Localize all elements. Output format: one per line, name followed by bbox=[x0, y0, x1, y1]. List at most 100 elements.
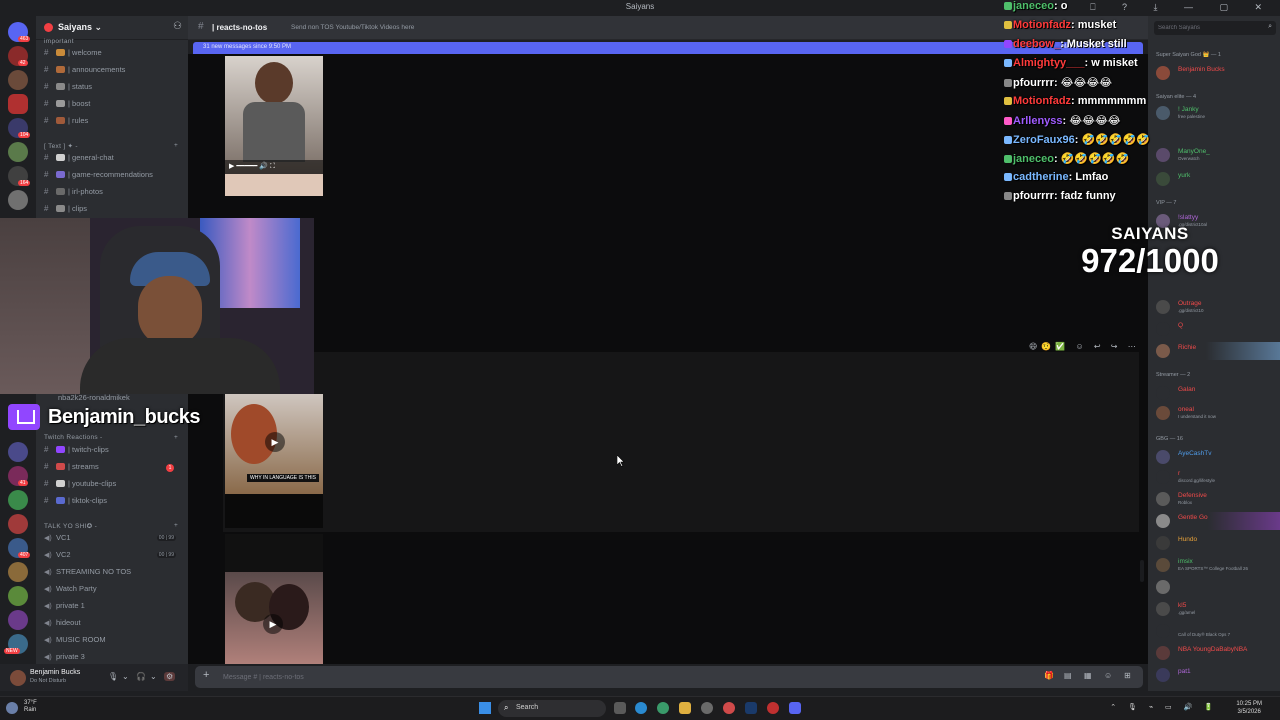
start-menu-icon[interactable] bbox=[479, 702, 491, 714]
video-attachment[interactable]: ▶ bbox=[225, 534, 323, 664]
member-row[interactable]: Galan bbox=[1156, 384, 1280, 402]
category-important[interactable]: important bbox=[44, 38, 74, 45]
message-hover-row[interactable] bbox=[223, 352, 1139, 532]
settings-icon[interactable] bbox=[701, 702, 713, 714]
member-row[interactable]: Call of Duty® Black Ops 7 bbox=[1156, 622, 1280, 640]
task-view-icon[interactable] bbox=[614, 702, 626, 714]
video-attachment[interactable] bbox=[225, 174, 323, 196]
server-icon[interactable] bbox=[8, 142, 28, 162]
member-row[interactable]: Q bbox=[1156, 320, 1280, 338]
sticker-icon[interactable]: ▦ bbox=[1084, 671, 1092, 680]
new-messages-bar[interactable]: 31 new messages since 9:50 PM Mark As Re… bbox=[193, 42, 1143, 54]
channel-boost[interactable]: # | boost bbox=[44, 99, 184, 113]
channel-tiktok-clips[interactable]: # | tiktok-clips bbox=[44, 496, 184, 510]
copilot-icon[interactable] bbox=[657, 702, 669, 714]
voice-channel-vc2[interactable]: ◀) VC2 00 | 99 bbox=[44, 550, 184, 564]
weather-widget[interactable]: 37°F Rain bbox=[24, 700, 37, 714]
chrome-icon[interactable] bbox=[723, 702, 735, 714]
category-voice[interactable]: TALK YO SHI✪ - + bbox=[44, 522, 178, 530]
play-icon[interactable]: ▶ bbox=[263, 614, 283, 634]
channel-irl-photos[interactable]: # | irl-photos bbox=[44, 187, 184, 201]
server-icon[interactable] bbox=[8, 70, 28, 90]
play-icon[interactable]: ▶ bbox=[265, 432, 285, 452]
video-attachment[interactable]: ▶ WHY IN LANGUAGE IS THIS bbox=[225, 394, 323, 494]
edge-icon[interactable] bbox=[635, 702, 647, 714]
channel-streams[interactable]: # | streams 1 bbox=[44, 462, 184, 476]
member-row[interactable]: Gentle Gonzo bbox=[1156, 512, 1280, 530]
server-icon[interactable] bbox=[8, 514, 28, 534]
channel-announcements[interactable]: # | announcements bbox=[44, 65, 184, 79]
user-status: Do Not Disturb bbox=[30, 678, 67, 684]
member-row[interactable]: NBA YoungDaBabyNBA bbox=[1156, 644, 1280, 662]
chevron-down-icon[interactable]: ⌄ bbox=[122, 672, 129, 681]
discord-icon[interactable] bbox=[789, 702, 801, 714]
server-header[interactable]: Saiyans ⌄ ⚇ bbox=[36, 16, 188, 40]
clock[interactable]: 10:25 PM 3/5/2026 bbox=[1236, 700, 1262, 716]
steam-icon[interactable] bbox=[745, 702, 757, 714]
member-row[interactable]: oneal I understand it now bbox=[1156, 404, 1280, 422]
channel-topic[interactable]: Send non TOS Youtube/Tiktok Videos here bbox=[291, 24, 414, 31]
category-text[interactable]: [ Text ] ✦ - + bbox=[44, 142, 178, 150]
server-icon[interactable] bbox=[8, 562, 28, 582]
apps-icon[interactable]: ⊞ bbox=[1124, 671, 1131, 680]
scrollbar-thumb[interactable] bbox=[1140, 560, 1144, 582]
channel-welcome[interactable]: # | welcome bbox=[44, 48, 184, 62]
voice-channel-private-1[interactable]: ◀) private 1 bbox=[44, 601, 184, 615]
emoji-icon[interactable]: ☺ bbox=[1104, 671, 1112, 680]
attach-plus-icon[interactable]: + bbox=[203, 669, 209, 681]
channel-clips[interactable]: # | clips bbox=[44, 204, 184, 218]
gift-icon[interactable]: 🎁 bbox=[1044, 671, 1054, 680]
obs-icon[interactable] bbox=[767, 702, 779, 714]
video-attachment[interactable] bbox=[225, 494, 323, 528]
member-row[interactable]: kl5 .gg/amel bbox=[1156, 600, 1280, 618]
server-icon[interactable] bbox=[8, 190, 28, 210]
server-icon[interactable] bbox=[8, 442, 28, 462]
channel-general-chat[interactable]: # | general-chat bbox=[44, 153, 184, 167]
member-row[interactable]: Defensive Roblox bbox=[1156, 490, 1280, 508]
channel-status[interactable]: # | status bbox=[44, 82, 184, 96]
member-row[interactable]: Outrage .gg/district10 bbox=[1156, 298, 1280, 316]
hash-icon: # bbox=[44, 187, 49, 196]
channel-youtube-clips[interactable]: # | youtube-clips bbox=[44, 479, 184, 493]
avatar[interactable] bbox=[10, 670, 26, 686]
message-actions-toolbar[interactable]: 😄🤨✅ ☺ ↩ ↪ ⋯ bbox=[1029, 342, 1140, 351]
member-row[interactable]: imsix EA SPORTS™ College Football 26 bbox=[1156, 556, 1280, 574]
voice-channel-hideout[interactable]: ◀) hideout bbox=[44, 618, 184, 632]
member-row[interactable]: Richie bbox=[1156, 342, 1280, 360]
member-banner bbox=[1208, 512, 1280, 530]
voice-channel-vc1[interactable]: ◀) VC1 00 | 99 bbox=[44, 533, 184, 547]
server-icon[interactable] bbox=[8, 490, 28, 510]
member-row[interactable] bbox=[1156, 578, 1280, 596]
message-input[interactable] bbox=[223, 670, 823, 684]
server-icon[interactable] bbox=[8, 586, 28, 606]
server-icon-selected[interactable] bbox=[8, 94, 28, 114]
channel-rules[interactable]: # | rules bbox=[44, 116, 184, 130]
server-icon[interactable] bbox=[8, 610, 28, 630]
settings-gear-icon[interactable]: ⚙ bbox=[164, 672, 176, 681]
weather-icon[interactable] bbox=[6, 702, 18, 714]
member-row[interactable]: r discord.gg/lifestyle bbox=[1156, 468, 1280, 486]
voice-channel-streaming[interactable]: ◀) STREAMING NO TOS bbox=[44, 567, 184, 581]
chevron-down-icon[interactable]: ⌄ bbox=[150, 672, 157, 681]
add-member-icon[interactable]: ⚇ bbox=[173, 21, 182, 32]
headphones-icon[interactable]: 🎧 bbox=[136, 672, 146, 681]
chat-message: cadtherine: Lmfao bbox=[1004, 171, 1184, 189]
voice-channel-music-room[interactable]: ◀) MUSIC ROOM bbox=[44, 635, 184, 649]
taskbar-search[interactable]: ⌕ Search bbox=[498, 700, 606, 717]
member-row[interactable]: Hundo bbox=[1156, 534, 1280, 552]
webcam-background bbox=[0, 218, 90, 394]
microphone-icon[interactable]: 🎙 bbox=[108, 672, 118, 681]
file-explorer-icon[interactable] bbox=[679, 702, 691, 714]
gif-icon[interactable]: ▤ bbox=[1064, 671, 1072, 680]
add-channel-icon[interactable]: + bbox=[174, 142, 178, 149]
video-attachment[interactable]: ▶ ━━━━━ 🔊 ⛶ bbox=[225, 56, 323, 174]
system-tray[interactable]: ⌃ 🎙 ⌁ ▭ 🔊 🔋 bbox=[1110, 703, 1218, 711]
member-row[interactable]: pat1 bbox=[1156, 666, 1280, 684]
new-messages-text: 31 new messages since 9:50 PM bbox=[203, 44, 292, 50]
video-controls[interactable]: ▶ ━━━━━ 🔊 ⛶ bbox=[225, 160, 323, 174]
voice-channel-watch-party[interactable]: ◀) Watch Party bbox=[44, 584, 184, 598]
add-channel-icon[interactable]: + bbox=[174, 522, 178, 529]
channel-twitch-clips[interactable]: # | twitch-clips bbox=[44, 445, 184, 459]
member-row[interactable]: AyeCashTv bbox=[1156, 448, 1280, 466]
channel-game-recommendations[interactable]: # | game-recommendations bbox=[44, 170, 184, 184]
